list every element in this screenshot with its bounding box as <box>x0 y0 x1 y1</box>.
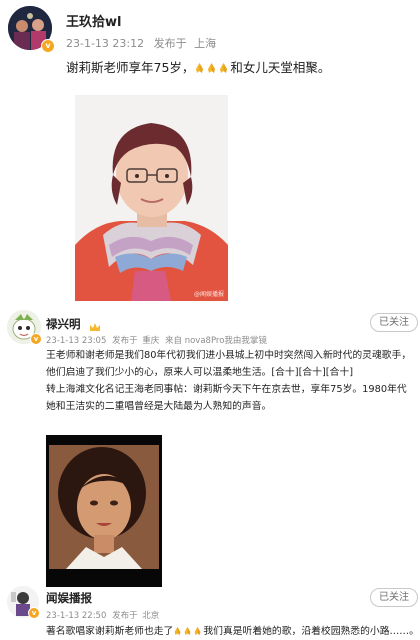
verified-badge-icon: v <box>28 607 40 619</box>
follow-button[interactable]: 已关注 <box>370 313 418 332</box>
comment-location: 北京 <box>142 611 160 621</box>
comment-text: 著名歌唱家谢莉斯老师也走了 我们真是听着她的歌，沿着校园熟悉的小路……。 <box>46 623 419 637</box>
follow-button[interactable]: 已关注 <box>370 588 418 607</box>
verified-badge-icon: v <box>41 39 55 53</box>
comment-text-before: 著名歌唱家谢莉斯老师也走了 <box>46 626 174 637</box>
post-meta: 23-1-13 23:12 发布于 上海 <box>66 35 216 51</box>
post-published-label: 发布于 <box>153 37 187 50</box>
comment-paragraph-2: 转上海滩文化名记王海老同事帖：谢莉斯今天下午在京去世，享年75岁。1980年代她… <box>46 384 407 412</box>
follow-label: 已关注 <box>379 592 409 603</box>
post-text: 谢莉斯老师享年75岁， 和女儿天堂相聚。 <box>66 57 330 76</box>
comment-time: 23-1-13 22:50 <box>46 611 107 621</box>
comment-author-name[interactable]: 禄兴明 <box>46 316 81 332</box>
post-time: 23-1-13 23:12 <box>66 37 145 50</box>
comment-location: 重庆 <box>142 336 160 346</box>
comment-published-label: 发布于 <box>112 336 138 346</box>
comment-published-label: 发布于 <box>112 611 138 621</box>
comment-meta: 23-1-13 23:05 发布于 重庆 来自 nova8Pro我由我掌镜 <box>46 334 267 346</box>
post-image[interactable]: @闻娱播报 <box>75 95 228 301</box>
post-text-before: 谢莉斯老师享年75岁， <box>66 60 195 75</box>
post-location: 上海 <box>194 37 217 50</box>
comment-device: 来自 nova8Pro我由我掌镜 <box>165 336 267 346</box>
comment-text-after: 我们真是听着她的歌，沿着校园熟悉的小路……。 <box>203 626 419 637</box>
follow-label: 已关注 <box>379 317 409 328</box>
comment-author-name[interactable]: 闻娱播报 <box>46 590 92 606</box>
comment-meta: 23-1-13 22:50 发布于 北京 <box>46 609 159 621</box>
pray-emoji-icon <box>173 626 203 637</box>
comment-paragraph-1: 王老师和谢老师是我们80年代初我们进小县城上初中时突然闯入新时代的灵魂歌手，他们… <box>46 350 412 378</box>
comment-time: 23-1-13 23:05 <box>46 336 107 346</box>
verified-badge-icon: v <box>30 333 42 345</box>
post-author-name[interactable]: 王玖拾wl <box>66 11 121 30</box>
comment-image[interactable] <box>46 435 162 587</box>
image-watermark: @闻娱播报 <box>193 291 224 298</box>
pray-emoji-icon <box>194 60 230 75</box>
post-text-after: 和女儿天堂相聚。 <box>230 60 331 75</box>
